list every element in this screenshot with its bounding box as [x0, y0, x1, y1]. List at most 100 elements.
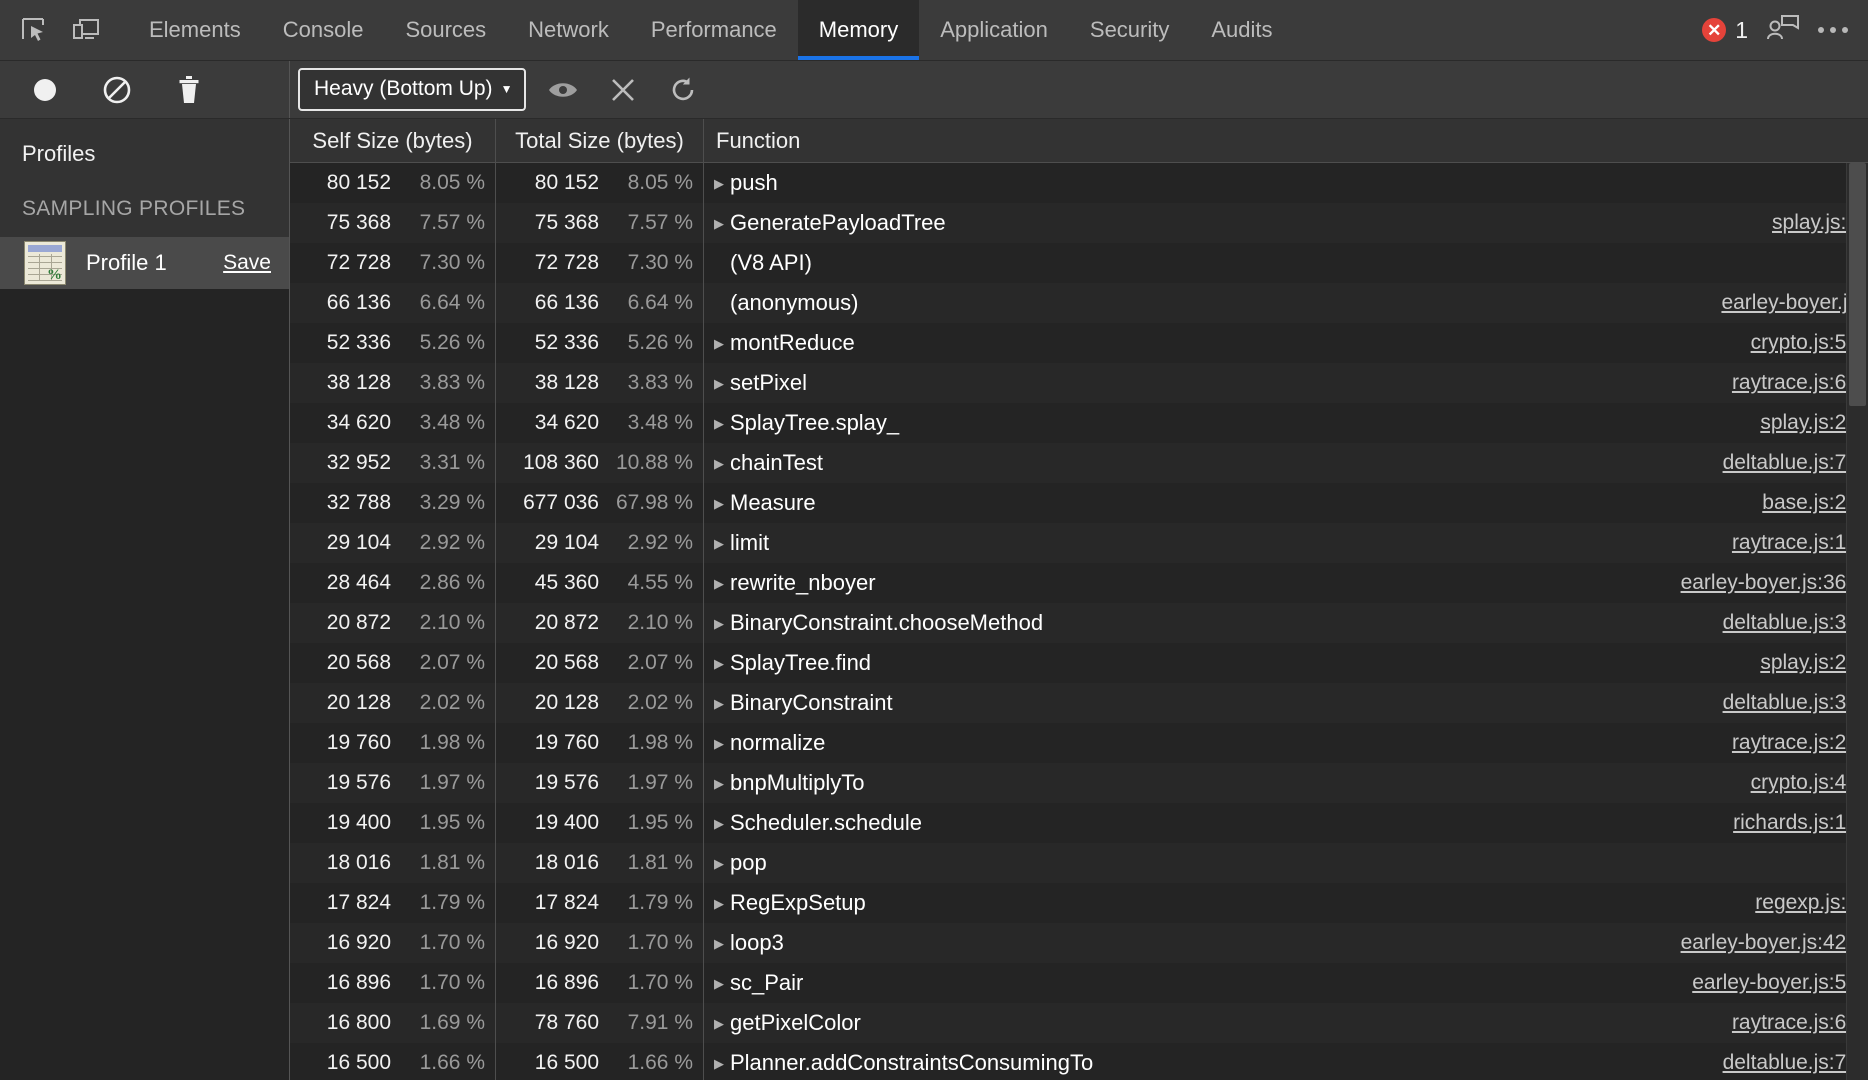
expand-triangle-icon[interactable]: ▶ [714, 457, 728, 470]
expand-triangle-icon[interactable]: ▶ [714, 697, 728, 710]
expand-triangle-icon[interactable]: ▶ [714, 1057, 728, 1070]
profile-view-value: Heavy (Bottom Up) [314, 77, 493, 100]
cell-self-size: 72 728 7.30 % [290, 243, 496, 283]
table-row[interactable]: 72 728 7.30 % 72 728 7.30 % ▶(V8 API) [290, 243, 1868, 283]
tab-security[interactable]: Security [1069, 0, 1190, 60]
expand-triangle-icon[interactable]: ▶ [714, 377, 728, 390]
expand-triangle-icon[interactable]: ▶ [714, 737, 728, 750]
tab-performance[interactable]: Performance [630, 0, 798, 60]
table-row[interactable]: 66 1366.64 %66 1366.64 %▶(anonymous)earl… [290, 283, 1868, 323]
source-link[interactable]: raytrace.js:15 [1708, 531, 1858, 555]
total-size-percent: 7.30 % [627, 251, 693, 274]
table-row[interactable]: 17 824 1.79 % 17 824 1.79 % ▶ RegExpSetup rege… [290, 883, 1868, 923]
source-link[interactable]: deltablue.js:35 [1699, 611, 1858, 635]
tab-memory[interactable]: Memory [797, 0, 920, 60]
source-link[interactable]: base.js:20 [1738, 491, 1858, 515]
table-row[interactable]: 75 368 7.57 % 75 368 7.57 % ▶ GeneratePayload… [290, 203, 1868, 243]
cell-self-size: 20 128 2.02 % [290, 683, 496, 723]
expand-triangle-icon[interactable]: ▶ [714, 1017, 728, 1030]
tab-network[interactable]: Network [507, 0, 630, 60]
expand-triangle-icon[interactable]: ▶ [714, 337, 728, 350]
inspect-element-icon[interactable] [12, 8, 56, 52]
tab-elements[interactable]: Elements [128, 0, 262, 60]
table-row[interactable]: 19 400 1.95 % 19 400 1.95 % ▶ Scheduler.sched… [290, 803, 1868, 843]
source-link[interactable]: crypto.js:58 [1727, 331, 1858, 355]
source-link[interactable]: regexp.js:4 [1731, 891, 1858, 915]
table-row[interactable]: 20 568 2.07 % 20 568 2.07 % ▶ SplayTree.find s… [290, 643, 1868, 683]
table-row[interactable]: 32 788 3.29 % 677 036 67.98 % ▶ Measure base.j… [290, 483, 1868, 523]
source-link[interactable]: splay.js:29 [1736, 411, 1858, 435]
table-row[interactable]: 52 336 5.26 % 52 336 5.26 % ▶ montReduce crypt… [290, 323, 1868, 363]
cell-total-size: 19 400 1.95 % [496, 803, 704, 843]
table-row[interactable]: 38 128 3.83 % 38 128 3.83 % ▶ setPixel raytrac… [290, 363, 1868, 403]
column-header-self-size[interactable]: Self Size (bytes) [290, 119, 496, 162]
scrollbar-thumb[interactable] [1849, 163, 1866, 406]
no-entry-icon[interactable] [94, 67, 140, 113]
table-row[interactable]: 18 016 1.81 % 18 016 1.81 % ▶ pop [290, 843, 1868, 883]
eye-icon[interactable] [540, 67, 586, 113]
source-link[interactable]: splay.js:4 [1748, 211, 1858, 235]
expand-triangle-icon[interactable]: ▶ [714, 417, 728, 430]
table-row[interactable]: 34 620 3.48 % 34 620 3.48 % ▶ SplayTree.splay… [290, 403, 1868, 443]
table-row[interactable]: 16 500 1.66 % 16 500 1.66 % ▶ Planner.addCons… [290, 1043, 1868, 1080]
expand-triangle-icon[interactable]: ▶ [714, 977, 728, 990]
expand-triangle-icon[interactable]: ▶ [714, 217, 728, 230]
tab-sources[interactable]: Sources [384, 0, 507, 60]
expand-triangle-icon[interactable]: ▶ [714, 817, 728, 830]
table-row[interactable]: 80 152 8.05 % 80 152 8.05 % ▶ push [290, 163, 1868, 203]
source-link[interactable]: deltablue.js:34 [1699, 691, 1858, 715]
column-header-total-size[interactable]: Total Size (bytes) [496, 119, 704, 162]
table-row[interactable]: 16 920 1.70 % 16 920 1.70 % ▶ loop3 earley-boy… [290, 923, 1868, 963]
expand-triangle-icon[interactable]: ▶ [714, 897, 728, 910]
profile-view-select[interactable]: Heavy (Bottom Up) ▼ [298, 68, 527, 111]
expand-triangle-icon[interactable]: ▶ [714, 497, 728, 510]
save-profile-link[interactable]: Save [223, 251, 271, 275]
expand-triangle-icon[interactable]: ▶ [714, 857, 728, 870]
refresh-icon[interactable] [660, 67, 706, 113]
expand-triangle-icon[interactable]: ▶ [714, 577, 728, 590]
close-x-icon[interactable] [600, 67, 646, 113]
tab-application[interactable]: Application [919, 0, 1069, 60]
sidebar-item-profile-1[interactable]: % Profile 1 Save [0, 237, 289, 289]
table-row[interactable]: 32 952 3.31 % 108 360 10.88 % ▶ chainTest delt… [290, 443, 1868, 483]
source-link[interactable]: earley-boyer.js:428 [1657, 931, 1858, 955]
source-link[interactable]: richards.js:18 [1709, 811, 1858, 835]
expand-triangle-icon[interactable]: ▶ [714, 777, 728, 790]
source-link[interactable]: splay.js:22 [1736, 651, 1858, 675]
table-row[interactable]: 19 760 1.98 % 19 760 1.98 % ▶ normalize raytra… [290, 723, 1868, 763]
source-link[interactable]: earley-boyer.js [1697, 291, 1858, 315]
table-row[interactable]: 29 104 2.92 % 29 104 2.92 % ▶ limit raytrace.j… [290, 523, 1868, 563]
expand-triangle-icon[interactable]: ▶ [714, 657, 728, 670]
column-header-function[interactable]: Function [704, 119, 1868, 162]
record-circle-icon[interactable] [22, 67, 68, 113]
more-options-icon[interactable] [1818, 27, 1848, 33]
source-link[interactable]: raytrace.js:62 [1708, 371, 1858, 395]
expand-triangle-icon[interactable]: ▶ [714, 537, 728, 550]
device-toolbar-icon[interactable] [64, 8, 108, 52]
expand-triangle-icon[interactable]: ▶ [714, 937, 728, 950]
source-link[interactable]: deltablue.js:73 [1699, 1051, 1858, 1075]
expand-triangle-icon[interactable]: ▶ [714, 177, 728, 190]
tab-audits[interactable]: Audits [1190, 0, 1293, 60]
table-row[interactable]: 20 128 2.02 % 20 128 2.02 % ▶ BinaryConstrain… [290, 683, 1868, 723]
source-link[interactable]: earley-boyer.js:360 [1657, 571, 1858, 595]
expand-triangle-icon[interactable]: ▶ [714, 617, 728, 630]
table-row[interactable]: 28 464 2.86 % 45 360 4.55 % ▶ rewrite_nboyer e… [290, 563, 1868, 603]
tab-console[interactable]: Console [262, 0, 385, 60]
trash-icon[interactable] [166, 67, 212, 113]
source-link[interactable]: raytrace.js:23 [1708, 731, 1858, 755]
source-link[interactable]: deltablue.js:79 [1699, 451, 1858, 475]
source-link[interactable]: raytrace.js:67 [1708, 1011, 1858, 1035]
source-link[interactable]: earley-boyer.js:53 [1668, 971, 1858, 995]
table-row[interactable]: 16 896 1.70 % 16 896 1.70 % ▶ sc_Pair earley-b… [290, 963, 1868, 1003]
vertical-scrollbar[interactable] [1846, 163, 1868, 1080]
source-link[interactable]: crypto.js:41 [1727, 771, 1858, 795]
table-row[interactable]: 19 576 1.97 % 19 576 1.97 % ▶ bnpMultiplyTo cr… [290, 763, 1868, 803]
table-row[interactable]: 20 872 2.10 % 20 872 2.10 % ▶ BinaryConstrain… [290, 603, 1868, 643]
feedback-person-icon[interactable] [1766, 14, 1800, 47]
table-row[interactable]: 16 800 1.69 % 78 760 7.91 % ▶ getPixelColor ra… [290, 1003, 1868, 1043]
total-size-value: 20 568 [534, 651, 599, 674]
error-count-badge[interactable]: ✕ 1 [1702, 17, 1748, 44]
self-size-percent: 1.79 % [419, 891, 485, 914]
cell-self-size: 52 336 5.26 % [290, 323, 496, 363]
